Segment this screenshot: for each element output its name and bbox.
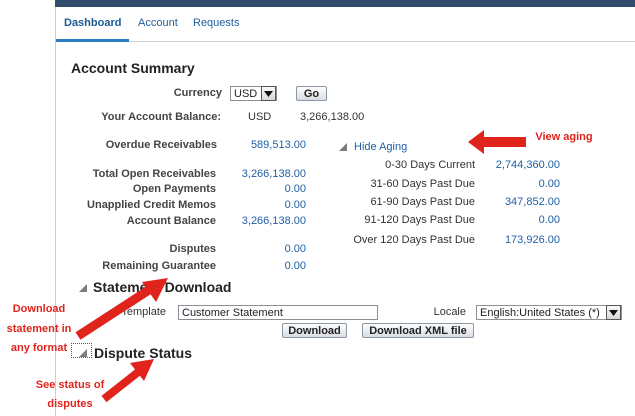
collapse-triangle-icon[interactable]: [338, 142, 348, 152]
active-tab-indicator: [56, 39, 129, 42]
top-bar: [55, 0, 635, 7]
aging-row-value-link[interactable]: 0.00: [480, 214, 560, 226]
tab-dashboard[interactable]: Dashboard: [64, 17, 121, 29]
total-open-value-link[interactable]: 3,266,138.00: [230, 168, 306, 180]
currency-select-value: USD: [234, 87, 258, 100]
balance-label: Your Account Balance:: [101, 111, 221, 123]
total-open-label: Total Open Receivables: [92, 168, 216, 180]
aging-row-label: Over 120 Days Past Due: [353, 234, 475, 246]
balance-currency: USD: [248, 111, 272, 123]
tab-bar: Dashboard Account Requests: [56, 7, 635, 42]
remaining-guarantee-value-link[interactable]: 0.00: [240, 260, 306, 272]
template-select[interactable]: Customer Statement: [178, 305, 378, 320]
aging-row-label: 0-30 Days Current: [385, 159, 475, 171]
up-right-arrow-icon: [101, 359, 154, 403]
download-xml-button[interactable]: Download XML file: [362, 323, 474, 338]
aging-row-label: 61-90 Days Past Due: [370, 196, 475, 208]
tab-account[interactable]: Account: [138, 17, 178, 29]
open-payments-value-link[interactable]: 0.00: [240, 183, 306, 195]
download-annotation-line2: statement in: [6, 323, 72, 335]
currency-label: Currency: [173, 87, 222, 99]
account-balance-value-link[interactable]: 3,266,138.00: [230, 215, 306, 227]
locale-label: Locale: [433, 306, 466, 318]
overdue-label: Overdue Receivables: [105, 139, 217, 151]
download-annotation-line1: Download: [12, 303, 66, 315]
download-annotation-line3: any format: [10, 342, 68, 354]
locale-select[interactable]: English:United States (*): [476, 305, 622, 320]
download-button[interactable]: Download: [282, 323, 347, 338]
chevron-down-icon[interactable]: [606, 305, 621, 320]
aging-row-label: 31-60 Days Past Due: [370, 178, 475, 190]
account-summary-title: Account Summary: [71, 60, 195, 76]
hide-aging-link[interactable]: Hide Aging: [354, 141, 407, 153]
view-aging-annotation: View aging: [535, 131, 593, 143]
collapse-triangle-icon[interactable]: [78, 348, 88, 358]
disputes-label: Disputes: [169, 243, 216, 255]
left-arrow-icon: [468, 130, 526, 154]
aging-row-value-link[interactable]: 2,744,360.00: [480, 159, 560, 171]
aging-row-value-link[interactable]: 0.00: [480, 178, 560, 190]
up-right-arrow-icon: [75, 278, 168, 340]
aging-row-value-link[interactable]: 173,926.00: [480, 234, 560, 246]
locale-select-value: English:United States (*): [480, 306, 600, 319]
chevron-down-icon[interactable]: [261, 86, 276, 101]
currency-select[interactable]: USD: [230, 86, 277, 101]
unapplied-label: Unapplied Credit Memos: [87, 199, 216, 211]
unapplied-value-link[interactable]: 0.00: [240, 199, 306, 211]
tab-requests[interactable]: Requests: [193, 17, 239, 29]
account-balance-label: Account Balance: [126, 215, 216, 227]
remaining-guarantee-label: Remaining Guarantee: [102, 260, 216, 272]
template-select-value: Customer Statement: [182, 306, 283, 319]
balance-value: 3,266,138.00: [300, 111, 365, 123]
aging-row-label: 91-120 Days Past Due: [364, 214, 475, 226]
overdue-value-link[interactable]: 589,513.00: [240, 139, 306, 151]
open-payments-label: Open Payments: [132, 183, 216, 195]
aging-row-value-link[interactable]: 347,852.00: [480, 196, 560, 208]
disputes-value-link[interactable]: 0.00: [240, 243, 306, 255]
go-button[interactable]: Go: [296, 86, 327, 101]
